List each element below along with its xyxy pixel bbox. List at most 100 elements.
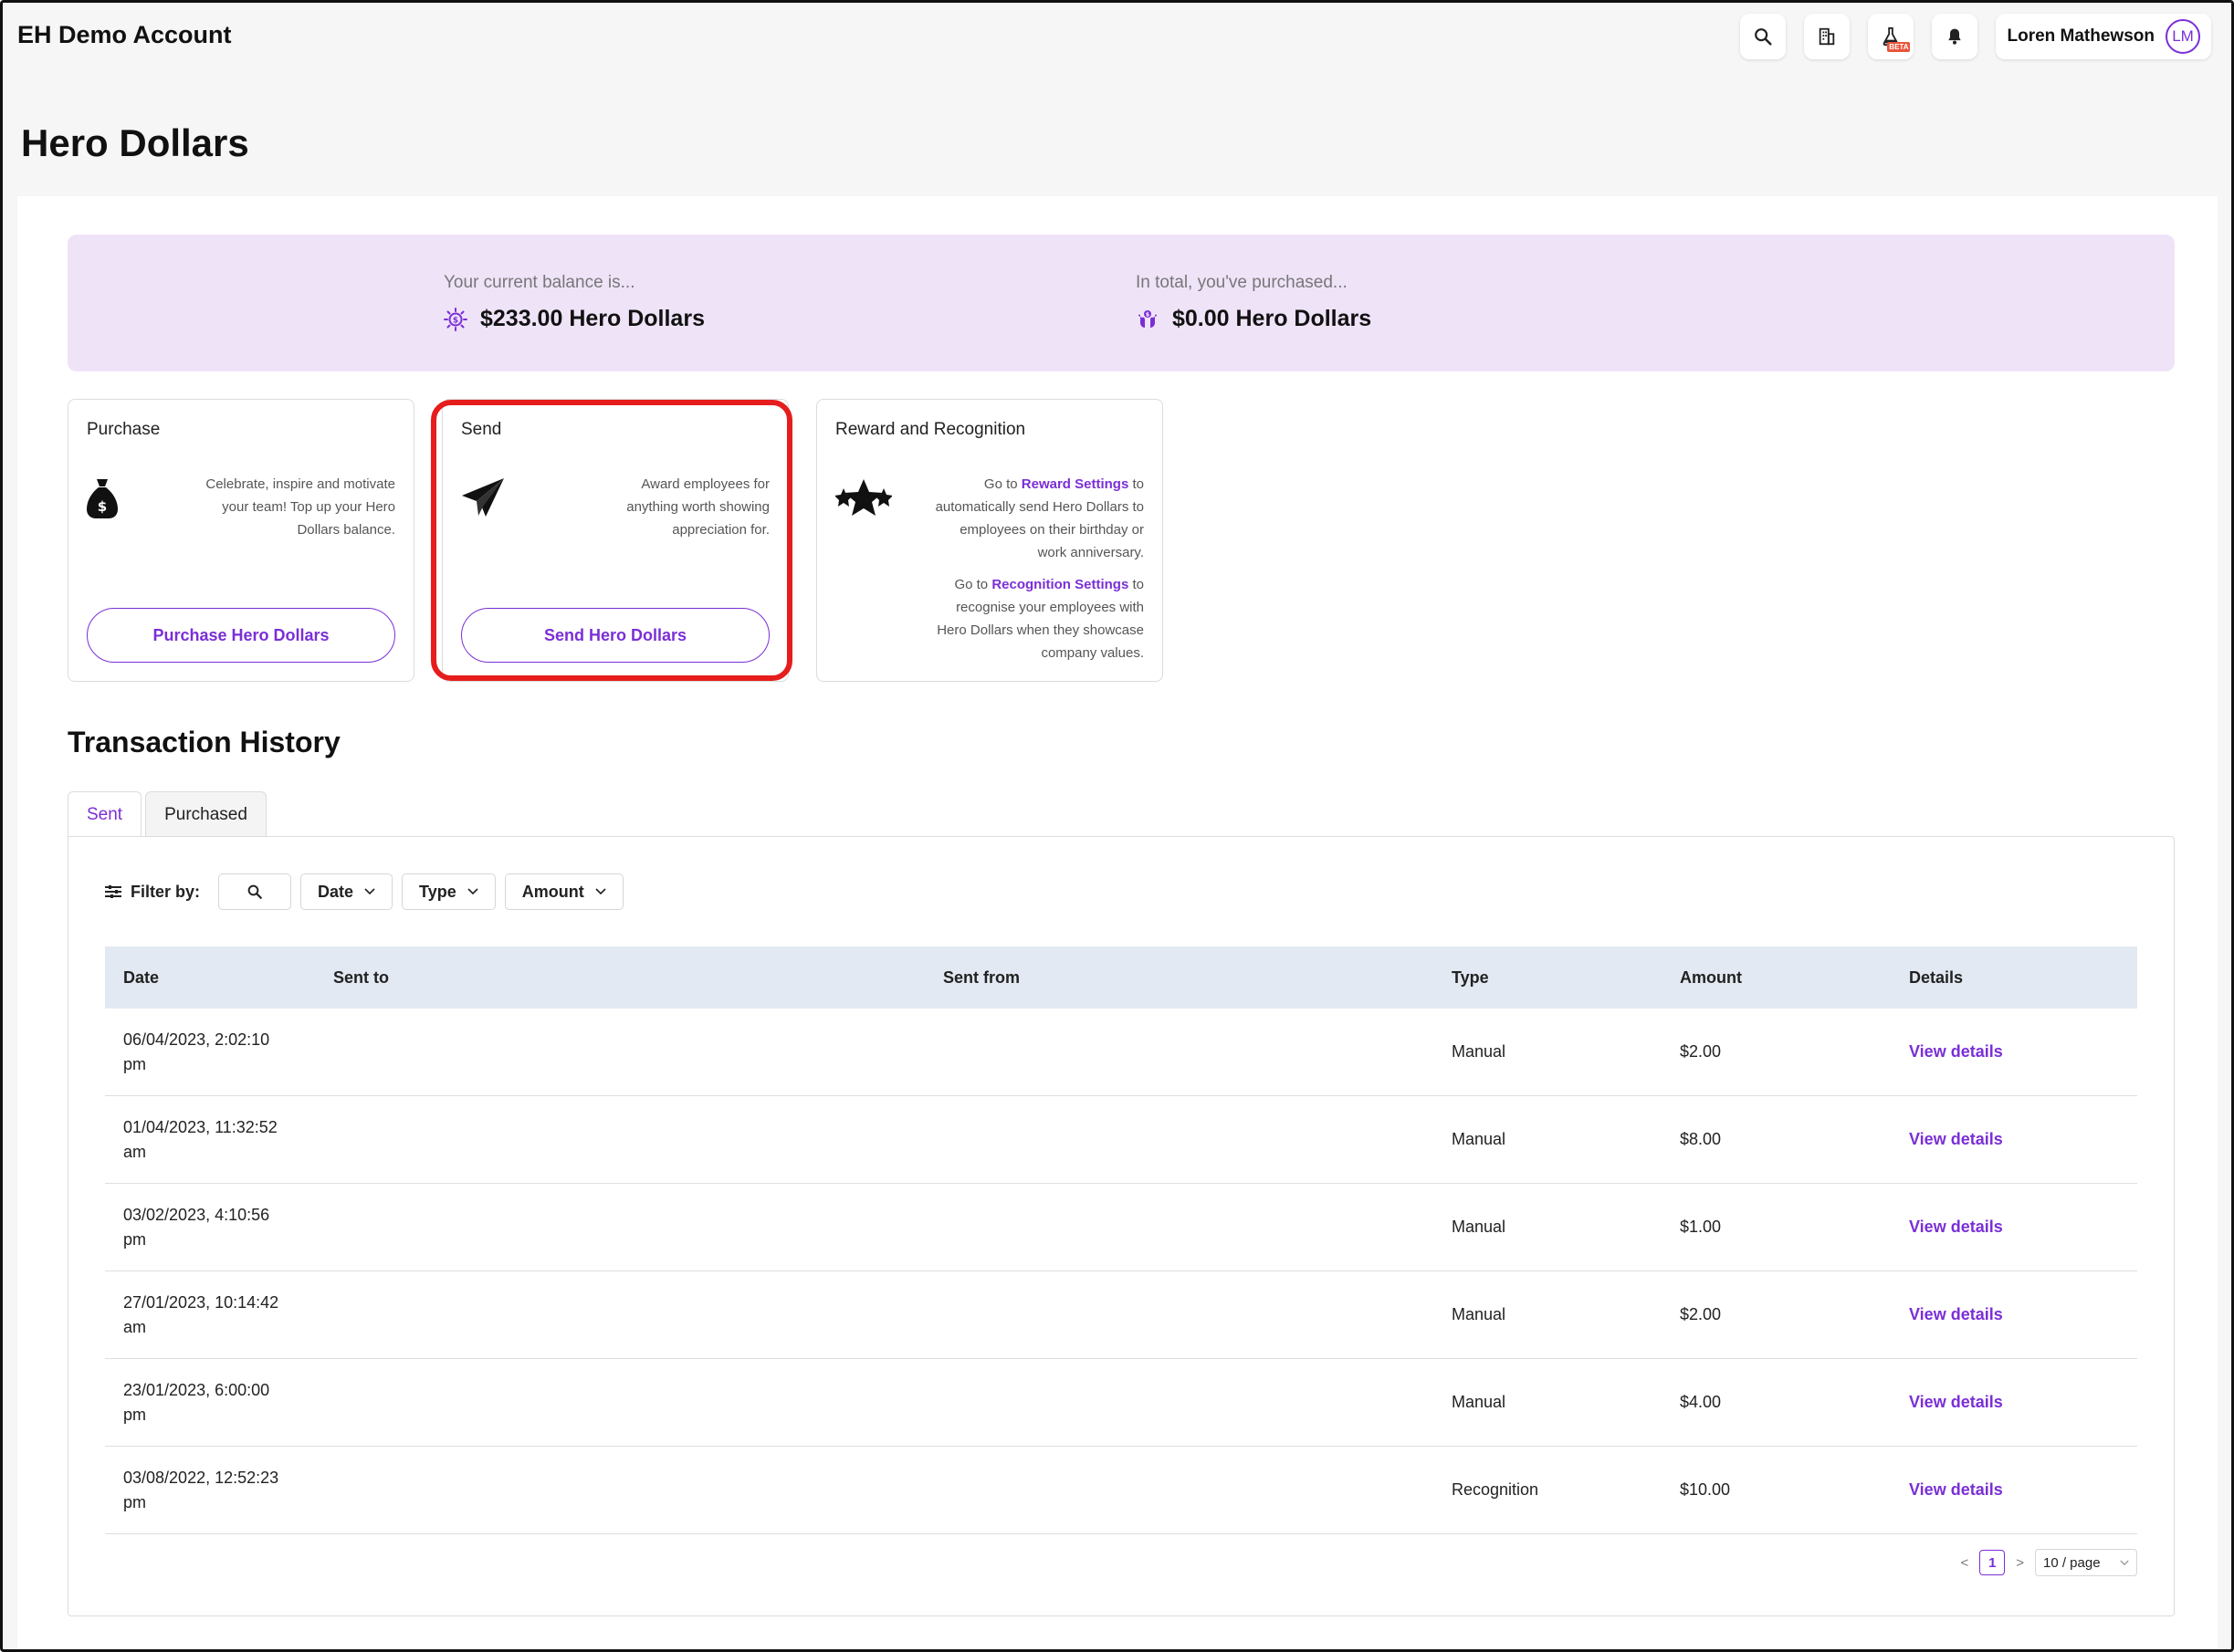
view-details-link[interactable]: View details (1909, 1305, 2003, 1323)
send-card-description: Award employees for anything worth showi… (626, 476, 770, 538)
row-date: 27/01/2023, 10:14:42 am (123, 1292, 279, 1336)
row-date: 06/04/2023, 2:02:10 pm (123, 1030, 270, 1073)
row-type: Manual (1452, 1042, 1506, 1061)
avatar: LM (2166, 19, 2200, 54)
search-icon (1755, 28, 1773, 46)
coin-icon: $ (444, 307, 467, 331)
svg-text:$: $ (1146, 311, 1149, 318)
column-sent-to: Sent to (333, 967, 389, 987)
paper-plane-icon (461, 477, 505, 522)
row-amount: $4.00 (1680, 1393, 1722, 1411)
row-date: 23/01/2023, 6:00:00 pm (123, 1380, 270, 1424)
transactions-table: Date Sent to Sent from Type Amount Detai… (105, 946, 2137, 1534)
current-balance: Your current balance is... $ $233.00 Her… (444, 273, 705, 332)
purchase-card: Purchase $ Celebrate, inspire and motiva… (68, 399, 414, 682)
user-name: Loren Mathewson (2007, 26, 2155, 46)
reward-settings-link[interactable]: Reward Settings (1022, 476, 1129, 492)
table-row: 23/01/2023, 6:00:00 pm Manual $4.00 View … (105, 1359, 2137, 1447)
filter-amount[interactable]: Amount (504, 873, 624, 910)
filter-label: Filter by: (105, 883, 200, 902)
chevron-down-icon (595, 888, 606, 895)
column-date: Date (123, 967, 160, 987)
chevron-down-icon (364, 888, 375, 895)
row-amount: $10.00 (1680, 1480, 1731, 1499)
table-row: 03/08/2022, 12:52:23 pm Recognition $10.0… (105, 1447, 2137, 1534)
table-row: 01/04/2023, 11:32:52 am Manual $8.00 View… (105, 1096, 2137, 1184)
view-details-link[interactable]: View details (1909, 1042, 2003, 1061)
beta-badge: BETA (1887, 42, 1911, 52)
notifications-button[interactable] (1932, 14, 1978, 59)
table-row: 03/02/2023, 4:10:56 pm Manual $1.00 View … (105, 1184, 2137, 1271)
main-content: Your current balance is... $ $233.00 Her… (17, 196, 2218, 1649)
money-bag-icon: $ (87, 477, 118, 524)
row-type: Manual (1452, 1393, 1506, 1411)
row-type: Manual (1452, 1305, 1506, 1323)
page-title: Hero Dollars (21, 121, 249, 164)
organisation-button[interactable] (1804, 14, 1851, 59)
purchase-card-title: Purchase (87, 420, 161, 439)
purchase-hero-dollars-button[interactable]: Purchase Hero Dollars (87, 608, 395, 663)
total-purchased-label: In total, you've purchased... (1136, 273, 1348, 292)
search-icon (247, 884, 262, 899)
row-amount: $2.00 (1680, 1042, 1722, 1061)
row-date: 01/04/2023, 11:32:52 am (123, 1117, 278, 1161)
send-card: Send Award employees for anything worth … (442, 399, 789, 682)
filter-type[interactable]: Type (402, 873, 496, 910)
current-balance-value: $233.00 Hero Dollars (480, 306, 705, 331)
recognition-settings-link[interactable]: Recognition Settings (991, 577, 1128, 592)
tab-sent[interactable]: Sent (68, 791, 142, 837)
reward-card-title: Reward and Recognition (835, 420, 1026, 439)
row-type: Manual (1452, 1218, 1506, 1236)
svg-text:$: $ (453, 316, 458, 325)
row-type: Manual (1452, 1130, 1506, 1148)
building-icon (1820, 27, 1835, 46)
bell-icon (1948, 28, 1962, 45)
stars-icon (834, 477, 893, 522)
prev-page-button[interactable]: < (1960, 1555, 1968, 1571)
send-hero-dollars-button[interactable]: Send Hero Dollars (461, 608, 770, 663)
next-page-button[interactable]: > (2016, 1555, 2024, 1571)
column-details: Details (1909, 967, 1964, 987)
filter-date[interactable]: Date (300, 873, 393, 910)
user-menu[interactable]: Loren Mathewson LM (1996, 14, 2211, 59)
view-details-link[interactable]: View details (1909, 1130, 2003, 1148)
send-card-title: Send (461, 420, 502, 439)
filter-search[interactable] (218, 873, 292, 910)
chevron-down-icon (2120, 1560, 2129, 1565)
view-details-link[interactable]: View details (1909, 1393, 2003, 1411)
top-bar: EH Demo Account BETA Loren Mathewson LM (3, 3, 2231, 76)
hands-icon: $ (1138, 309, 1157, 328)
account-name[interactable]: EH Demo Account (17, 21, 232, 49)
reward-settings-text: Go to Reward Settings to automatically s… (935, 476, 1144, 560)
column-type: Type (1452, 967, 1489, 987)
recognition-settings-text: Go to Recognition Settings to recognise … (937, 577, 1144, 661)
page-number[interactable]: 1 (1979, 1550, 2006, 1575)
view-details-link[interactable]: View details (1909, 1480, 2003, 1499)
svg-text:$: $ (98, 498, 107, 515)
chevron-down-icon (467, 888, 478, 895)
beta-labs-button[interactable]: BETA (1868, 14, 1914, 59)
view-details-link[interactable]: View details (1909, 1218, 2003, 1236)
reward-recognition-card: Reward and Recognition Go to Reward Sett… (816, 399, 1163, 682)
tab-purchased[interactable]: Purchased (145, 791, 267, 837)
history-panel: Filter by: Date Type Amount Date Sent to… (68, 836, 2175, 1616)
row-amount: $1.00 (1680, 1218, 1722, 1236)
row-amount: $8.00 (1680, 1130, 1722, 1148)
page-size-select[interactable]: 10 / page (2035, 1549, 2137, 1576)
total-purchased: In total, you've purchased... $ $0.00 He… (1136, 273, 1371, 332)
current-balance-label: Your current balance is... (444, 273, 635, 292)
total-purchased-value: $0.00 Hero Dollars (1172, 306, 1372, 331)
app-window: EH Demo Account BETA Loren Mathewson LM … (0, 0, 2234, 1652)
sliders-icon (105, 885, 121, 898)
balance-banner: Your current balance is... $ $233.00 Her… (68, 235, 2175, 371)
column-sent-from: Sent from (943, 967, 1021, 987)
row-type: Recognition (1452, 1480, 1539, 1499)
pagination: < 1 > 10 / page (1960, 1549, 2137, 1576)
column-amount: Amount (1680, 967, 1742, 987)
row-amount: $2.00 (1680, 1305, 1722, 1323)
row-date: 03/08/2022, 12:52:23 pm (123, 1468, 279, 1511)
purchase-card-description: Celebrate, inspire and motivate your tea… (205, 476, 395, 538)
table-row: 06/04/2023, 2:02:10 pm Manual $2.00 View … (105, 1009, 2137, 1096)
search-button[interactable] (1740, 14, 1787, 59)
history-tabs: Sent Purchased (68, 791, 267, 837)
